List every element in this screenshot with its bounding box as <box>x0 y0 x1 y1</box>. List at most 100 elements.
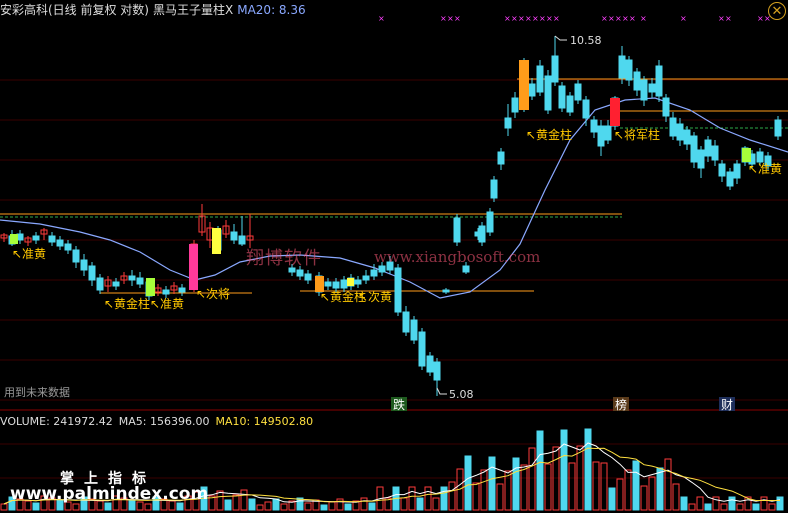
volume-bar <box>520 464 528 511</box>
low-pointer <box>436 387 447 395</box>
volume-value: VOLUME: 241972.42 <box>0 415 113 428</box>
candle-body <box>378 265 386 273</box>
close-icon[interactable]: ✕ <box>768 2 786 20</box>
volume-bar <box>256 504 264 511</box>
signal-label: ↖黄金柱 <box>104 296 150 311</box>
volume-bar <box>696 496 704 511</box>
volume-bar <box>248 498 256 511</box>
volume-bar <box>592 461 600 511</box>
candle-body <box>597 125 605 147</box>
candle-body <box>64 243 72 251</box>
volume-bar <box>728 496 736 511</box>
volume-bar <box>360 497 368 511</box>
volume-bar <box>216 490 224 511</box>
candle-body <box>48 235 56 243</box>
volume-bar <box>536 430 544 511</box>
candle-body <box>497 151 505 165</box>
signal-x-marker: × <box>539 14 546 23</box>
volume-bar <box>704 503 712 511</box>
candle-body <box>370 269 378 277</box>
signal-x-marker: × <box>725 14 732 23</box>
signal-x-marker: × <box>757 14 764 23</box>
candle-body <box>566 95 574 113</box>
chart-title-bar: 安彩高科(日线 前复权 对数) 黑马王子量柱X MA20: 8.36 <box>0 2 310 18</box>
volume-bar <box>480 469 488 511</box>
volume-bar <box>448 481 456 511</box>
volume-bar <box>224 499 232 511</box>
stock-name: 安彩高科(日线 前复权 对数) <box>0 3 149 17</box>
volume-bar <box>768 503 776 511</box>
cihuang-bar <box>347 278 354 286</box>
high-pointer <box>554 35 567 41</box>
event-marker-label: 跌 <box>393 397 405 412</box>
candle-body <box>354 279 362 285</box>
candle-body <box>655 65 663 97</box>
candle-body <box>669 117 677 137</box>
volume-bar <box>640 485 648 511</box>
candle-body <box>296 269 304 277</box>
candle-body <box>733 163 741 179</box>
candle-body <box>410 319 418 341</box>
volume-bar <box>608 487 616 511</box>
volume-bar <box>504 470 512 511</box>
candle-body <box>394 267 402 313</box>
volume-bar <box>664 458 672 511</box>
ma10-value: MA10: 149502.80 <box>215 415 314 428</box>
candle-body <box>618 55 626 79</box>
zhunhuang-bar <box>10 234 18 244</box>
candle-body <box>340 279 348 289</box>
event-marker-label: 财 <box>721 398 733 412</box>
candle-body <box>238 235 246 245</box>
volume-bar <box>648 476 656 511</box>
volume-bar <box>656 467 664 511</box>
ma-value: MA20: 8.36 <box>237 3 306 17</box>
volume-bar <box>336 498 344 511</box>
candle-body <box>418 331 426 367</box>
signal-x-marker: × <box>525 14 532 23</box>
volume-bar <box>0 503 8 511</box>
signal-x-marker: × <box>454 14 461 23</box>
volume-bar <box>472 482 480 511</box>
signal-x-marker: × <box>511 14 518 23</box>
volume-bar <box>464 455 472 511</box>
candle-body <box>478 225 486 243</box>
indicator-name: 黑马王子量柱X <box>153 3 234 17</box>
signal-x-marker: × <box>440 14 447 23</box>
signal-label: ↖将军柱 <box>614 127 660 142</box>
candle-body <box>551 55 559 83</box>
volume-bar <box>400 497 408 511</box>
golden-bar <box>519 60 529 110</box>
volume-bar <box>440 486 448 511</box>
signal-x-marker: × <box>629 14 636 23</box>
volume-bar <box>512 457 520 511</box>
candle-body <box>80 259 88 271</box>
price-low-label: 5.08 <box>449 388 474 401</box>
candle-body <box>112 281 120 287</box>
candle-body <box>774 119 782 137</box>
candle-body <box>362 275 370 281</box>
volume-bar <box>584 428 592 511</box>
signal-x-marker: × <box>504 14 511 23</box>
volume-bar <box>528 447 536 511</box>
volume-bar <box>560 429 568 511</box>
signal-x-marker: × <box>615 14 622 23</box>
candle-body <box>304 273 312 281</box>
candle-body <box>462 265 470 273</box>
volume-bar <box>272 498 280 511</box>
candle-body <box>582 99 590 119</box>
signal-label: ↖准黄 <box>150 297 184 311</box>
signal-x-marker: × <box>518 14 525 23</box>
volume-bar <box>368 502 376 511</box>
signal-x-marker: × <box>608 14 615 23</box>
candle-body <box>72 249 80 263</box>
candle-body <box>433 361 441 381</box>
candle-body <box>704 139 712 157</box>
volume-bar <box>616 478 624 511</box>
zhunhuang-bar <box>742 148 751 162</box>
signal-x-marker: × <box>622 14 629 23</box>
signal-label: ↖次将 <box>196 287 230 301</box>
candle-body <box>574 83 582 101</box>
candle-body <box>625 59 633 81</box>
volume-bar <box>416 497 424 511</box>
volume-bar <box>624 469 632 511</box>
